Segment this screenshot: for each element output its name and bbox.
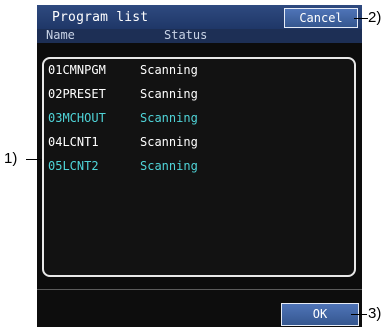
list-item[interactable]: 02PRESET Scanning	[44, 82, 344, 106]
callout-label-cancel: 2)	[368, 9, 382, 26]
program-status: Scanning	[140, 111, 198, 125]
cancel-button[interactable]: Cancel	[284, 8, 358, 28]
ok-button[interactable]: OK	[281, 303, 359, 326]
program-list[interactable]: 01CMNPGM Scanning 02PRESET Scanning 03MC…	[42, 57, 356, 277]
list-item[interactable]: 03MCHOUT Scanning	[44, 106, 344, 130]
callout-label-ok: 3)	[368, 305, 382, 322]
program-name: 05LCNT2	[48, 159, 99, 173]
list-item[interactable]: 05LCNT2 Scanning	[44, 154, 344, 178]
list-item[interactable]: 01CMNPGM Scanning	[44, 58, 344, 82]
page-title: Program list	[52, 10, 149, 25]
program-status: Scanning	[140, 159, 198, 173]
program-name: 03MCHOUT	[48, 111, 106, 125]
callout-line-ok	[351, 314, 367, 315]
column-header-name: Name	[46, 28, 75, 42]
callout-label-list: 1)	[4, 150, 18, 167]
program-status: Scanning	[140, 87, 198, 101]
title-bar: Program list Cancel	[37, 5, 362, 29]
program-status: Scanning	[140, 135, 198, 149]
column-header-status: Status	[164, 28, 208, 42]
callout-line-list	[26, 159, 42, 160]
program-list-screen: Program list Cancel Name Status 01CMNPGM…	[37, 5, 362, 327]
list-header: Name Status	[37, 29, 362, 43]
list-item[interactable]: 04LCNT1 Scanning	[44, 130, 344, 154]
program-name: 04LCNT1	[48, 135, 99, 149]
program-name: 02PRESET	[48, 87, 106, 101]
program-status: Scanning	[140, 63, 198, 77]
callout-line-cancel	[354, 18, 368, 19]
program-name: 01CMNPGM	[48, 63, 106, 77]
